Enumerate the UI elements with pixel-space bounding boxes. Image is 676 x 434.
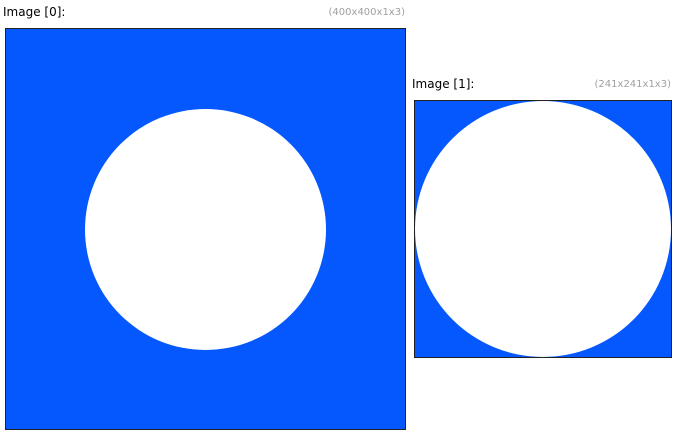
- image-canvas[interactable]: [5, 28, 406, 430]
- image-title: Image [0]:: [3, 5, 66, 19]
- white-circle: [415, 101, 671, 357]
- image-dimensions: (241x241x1x3): [594, 79, 671, 90]
- white-circle: [85, 109, 326, 350]
- image-dimensions: (400x400x1x3): [328, 7, 405, 18]
- image-canvas[interactable]: [414, 100, 672, 358]
- image-title: Image [1]:: [412, 77, 475, 91]
